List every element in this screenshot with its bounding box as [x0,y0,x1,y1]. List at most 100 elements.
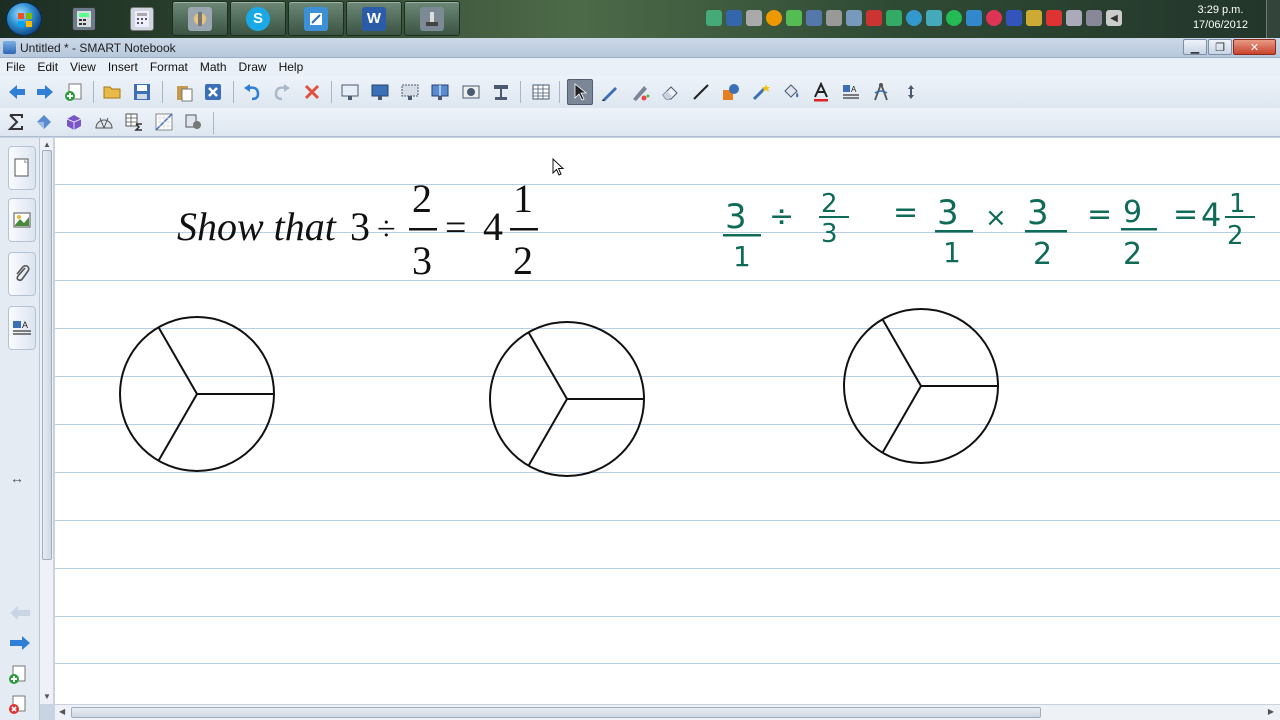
save-button[interactable] [129,79,155,105]
sync-icon[interactable] [946,10,962,26]
display-icon[interactable] [926,10,942,26]
taskbar-word[interactable]: W [346,1,402,36]
sidebar-delete-page-button[interactable] [8,694,28,719]
delete-button[interactable] [200,79,226,105]
battery-icon[interactable] [746,10,762,26]
volume-icon[interactable]: ◀ [1106,10,1122,26]
full-screen-button[interactable] [367,79,393,105]
math-extra-button[interactable] [181,109,207,135]
taskbar-calculator-2[interactable] [114,1,170,36]
clear-button[interactable] [299,79,325,105]
image-tray-icon[interactable] [846,10,862,26]
fill-tool-button[interactable] [778,79,804,105]
eraser-button[interactable] [657,79,683,105]
taskbar-utilities[interactable] [172,1,228,36]
vertical-scrollbar[interactable]: ▲ ▼ [40,138,54,704]
scroll-up-icon[interactable]: ▲ [43,140,51,149]
horizontal-scrollbar[interactable]: ◀ ▶ [55,704,1280,720]
shield-icon[interactable] [1026,10,1042,26]
transparent-background-button[interactable] [397,79,423,105]
magic-pen-button[interactable] [748,79,774,105]
horizontal-scroll-thumb[interactable] [71,707,1041,718]
sidebar-add-page-button[interactable] [8,664,28,689]
insert-equation-button[interactable] [3,109,29,135]
globe-icon[interactable] [906,10,922,26]
shape-builder-button[interactable] [31,109,57,135]
insert-table-button[interactable] [528,79,554,105]
attachments-tab[interactable] [8,252,36,296]
phone-icon[interactable] [1066,10,1082,26]
antivirus-icon[interactable] [706,10,722,26]
smart-notebook-icon[interactable] [3,41,16,54]
resize-handle-icon[interactable]: ↔ [10,470,24,486]
typed-equation[interactable]: Show that 3 ÷ 2 3 = 4 1 2 [165,178,565,283]
close-button[interactable]: ✕ [1233,39,1276,55]
dual-display-button[interactable] [427,79,453,105]
security-icon[interactable] [786,10,802,26]
wireless-icon[interactable] [966,10,982,26]
handwritten-working[interactable]: 3 1 ÷ 2 3 = 3 1 × 3 2 = 9 2 = 4 1 2 [715,184,1265,274]
screen-shade-button[interactable] [337,79,363,105]
tools-tray-icon[interactable] [826,10,842,26]
menu-help[interactable]: Help [273,58,310,76]
sidebar-next-button[interactable] [8,634,32,655]
next-page-button[interactable] [32,79,58,105]
shapes-tool-button[interactable] [718,79,744,105]
select-tool-button[interactable] [567,79,593,105]
taskbar-skype[interactable]: S [230,1,286,36]
vertical-scroll-thumb[interactable] [42,150,52,560]
previous-page-button[interactable] [4,79,30,105]
chart-tray-icon[interactable] [886,10,902,26]
bluetooth-icon[interactable] [1006,10,1022,26]
whiteboard-canvas[interactable]: Show that 3 ÷ 2 3 = 4 1 2 3 1 ÷ 2 3 = 3 … [55,138,1280,704]
flag-icon[interactable] [866,10,882,26]
gallery-tab[interactable] [8,198,36,242]
power-icon[interactable] [986,10,1002,26]
scroll-down-icon[interactable]: ▼ [43,692,51,701]
menu-insert[interactable]: Insert [102,58,144,76]
table-sum-button[interactable] [121,109,147,135]
scroll-right-icon[interactable]: ▶ [1268,707,1274,716]
scroll-left-icon[interactable]: ◀ [59,707,65,716]
move-toolbar-button[interactable] [898,79,924,105]
minimize-button[interactable]: ▁ [1183,39,1207,55]
page-sorter-tab[interactable] [8,146,36,190]
3d-shapes-button[interactable] [61,109,87,135]
taskbar-calculator[interactable] [56,1,112,36]
add-page-button[interactable] [61,79,87,105]
menu-edit[interactable]: Edit [31,58,64,76]
menu-draw[interactable]: Draw [233,58,273,76]
device-icon[interactable] [806,10,822,26]
circle-thirds-1[interactable] [115,314,285,480]
creative-pen-button[interactable] [627,79,653,105]
taskbar-document-camera[interactable] [404,1,460,36]
paste-button[interactable] [171,79,197,105]
circle-thirds-3[interactable] [839,308,1009,474]
properties-tab[interactable]: A [8,306,36,350]
measurement-tools-button[interactable] [868,79,894,105]
update-icon[interactable] [766,10,782,26]
properties-button[interactable]: A [838,79,864,105]
network-icon[interactable] [726,10,742,26]
text-tool-button[interactable] [808,79,834,105]
redo-button[interactable] [269,79,295,105]
menu-format[interactable]: Format [144,58,194,76]
circle-thirds-2[interactable] [485,319,655,485]
taskbar-notebook[interactable] [288,1,344,36]
document-camera-button[interactable] [488,79,514,105]
start-button[interactable] [6,2,42,36]
error-flag-icon[interactable] [1046,10,1062,26]
clock[interactable]: 3:29 p.m. 17/06/2012 [1193,3,1248,33]
menu-file[interactable]: File [0,58,31,76]
line-tool-button[interactable] [688,79,714,105]
pen-tool-button[interactable] [597,79,623,105]
menu-view[interactable]: View [64,58,102,76]
capture-button[interactable] [458,79,484,105]
show-desktop-button[interactable] [1266,0,1280,38]
menu-math[interactable]: Math [194,58,233,76]
graph-button[interactable] [151,109,177,135]
open-button[interactable] [99,79,125,105]
sidebar-previous-button[interactable] [8,604,32,625]
undo-button[interactable] [239,79,265,105]
monitor-icon[interactable] [1086,10,1102,26]
